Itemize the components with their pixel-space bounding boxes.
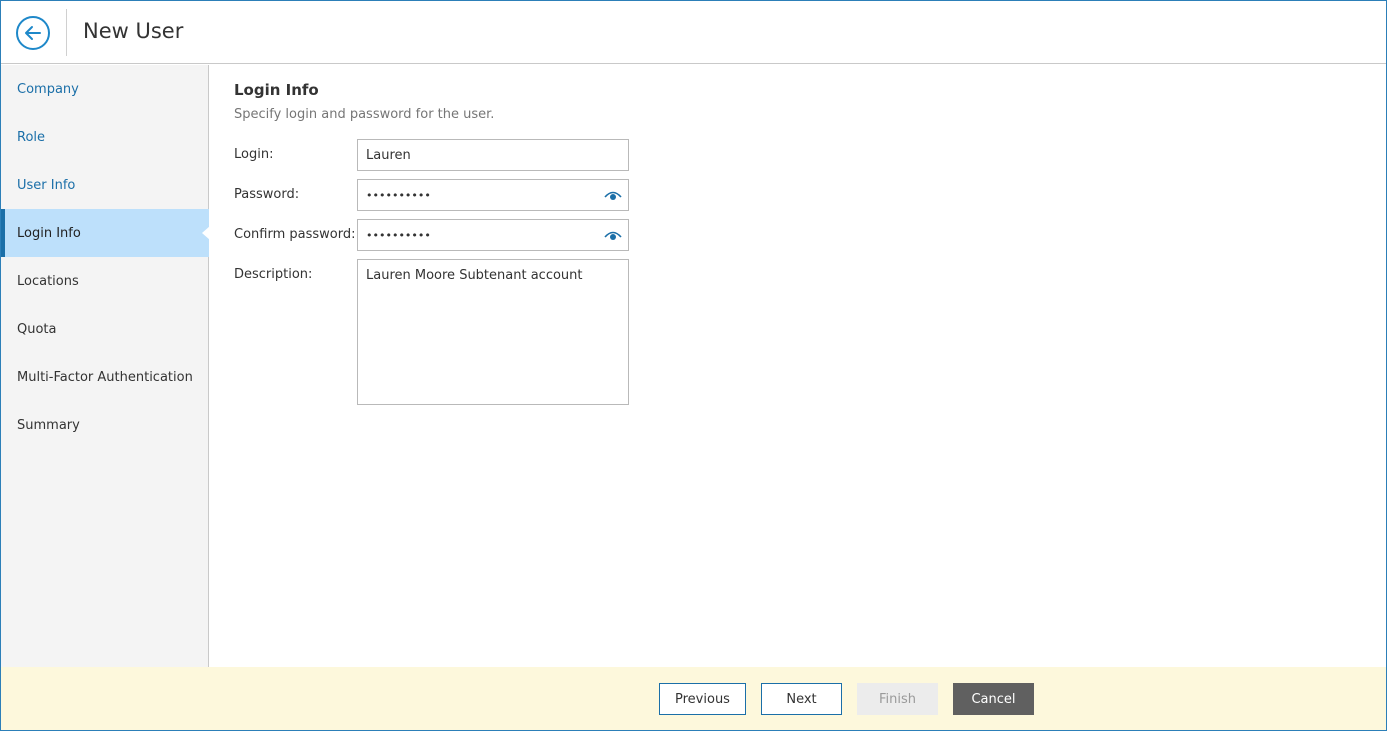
back-button[interactable]: [16, 16, 50, 50]
sidebar-item-summary[interactable]: Summary: [1, 401, 209, 449]
previous-button[interactable]: Previous: [659, 683, 746, 715]
confirm-password-label: Confirm password:: [234, 227, 356, 242]
description-textarea[interactable]: Lauren Moore Subtenant account: [357, 259, 629, 405]
header-divider: [66, 9, 67, 56]
sidebar-item-login-info[interactable]: Login Info: [1, 209, 210, 257]
new-user-wizard-window: New User Company Role User Info Login In…: [0, 0, 1387, 731]
cancel-button[interactable]: Cancel: [953, 683, 1034, 715]
page-title: New User: [83, 19, 184, 43]
sidebar-item-role[interactable]: Role: [1, 113, 209, 161]
password-field[interactable]: ••••••••••: [357, 179, 629, 211]
sidebar-item-quota[interactable]: Quota: [1, 305, 209, 353]
arrow-left-icon: [25, 26, 41, 40]
login-input[interactable]: [366, 140, 620, 170]
wizard-steps-sidebar: Company Role User Info Login Info Locati…: [1, 65, 210, 667]
eye-icon[interactable]: [604, 228, 622, 242]
confirm-password-field[interactable]: ••••••••••: [357, 219, 629, 251]
password-value[interactable]: ••••••••••: [366, 189, 431, 202]
sidebar-item-user-info[interactable]: User Info: [1, 161, 209, 209]
description-label: Description:: [234, 267, 313, 282]
login-field[interactable]: [357, 139, 629, 171]
eye-icon[interactable]: [604, 188, 622, 202]
finish-button[interactable]: Finish: [857, 683, 938, 715]
sidebar-item-locations[interactable]: Locations: [1, 257, 209, 305]
login-label: Login:: [234, 147, 274, 162]
wizard-header: New User: [1, 1, 1386, 64]
section-title: Login Info: [234, 81, 319, 99]
sidebar-item-company[interactable]: Company: [1, 65, 209, 113]
wizard-footer: Previous Next Finish Cancel: [1, 667, 1386, 730]
sidebar-item-multi-factor-authentication[interactable]: Multi-Factor Authentication: [1, 353, 209, 401]
wizard-main-content: Login Info Specify login and password fo…: [210, 65, 1386, 667]
section-subtitle: Specify login and password for the user.: [234, 107, 495, 122]
confirm-password-value[interactable]: ••••••••••: [366, 229, 431, 242]
password-label: Password:: [234, 187, 300, 202]
next-button[interactable]: Next: [761, 683, 842, 715]
